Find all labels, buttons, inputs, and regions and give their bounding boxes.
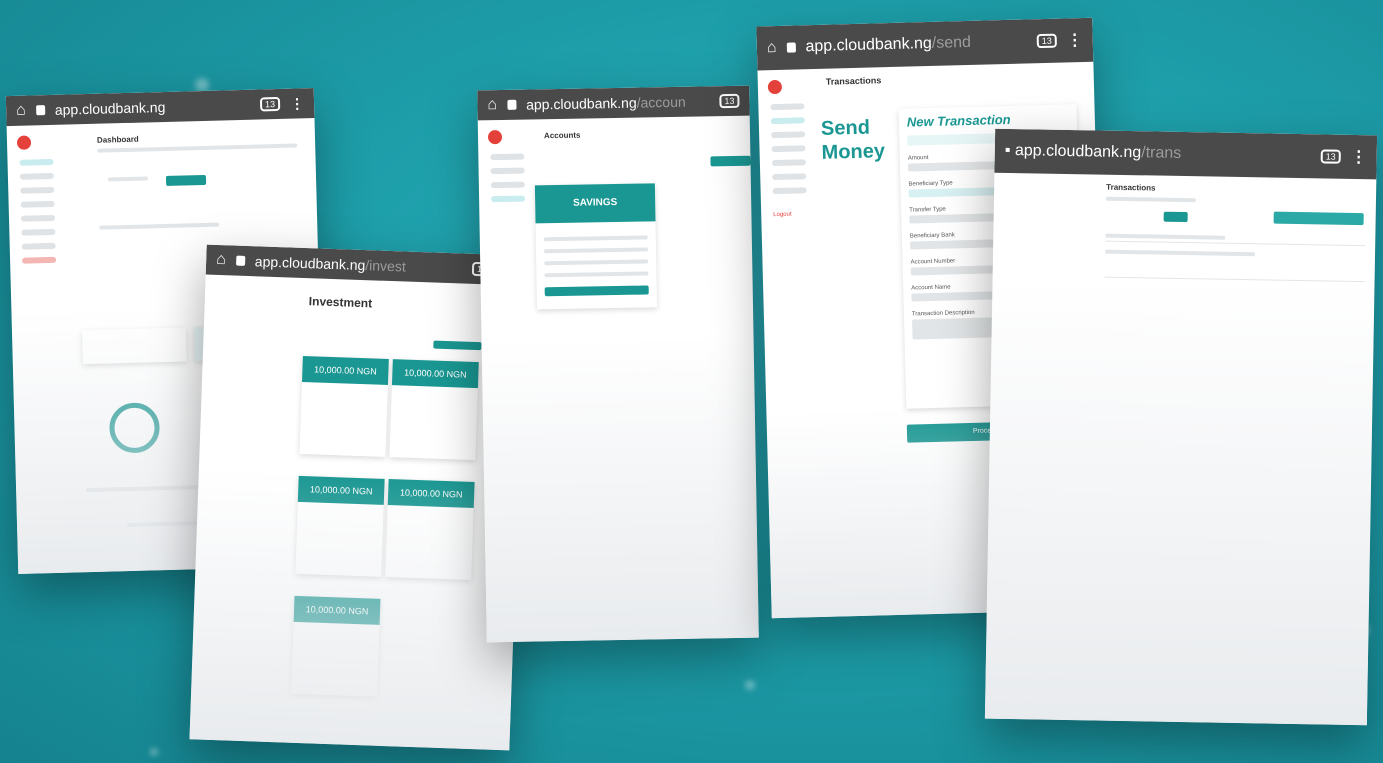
investment-screen: ⌂ app.cloudbank.ng/invest 13 ⋮ Investmen… [189,244,527,751]
url-text[interactable]: app.cloudbank.ng/send [805,32,1027,56]
plan-card[interactable]: 10,000.00 NGN [385,479,475,581]
home-icon[interactable]: ⌂ [767,39,777,57]
create-account-button[interactable] [710,155,751,167]
plan-amount: 10,000.00 [399,487,441,499]
transactions-screen: ▪ app.cloudbank.ng/trans 13 ⋮ Transactio… [984,128,1378,726]
savings-card[interactable]: SAVINGS [534,183,658,310]
sidebar-item[interactable] [770,103,805,111]
plan-card[interactable]: 10,000.00 NGN [295,475,385,577]
accounts-screen: ⌂ app.cloudbank.ng/accoun 13 Accounts SA… [477,85,759,643]
brand-logo [16,135,32,150]
info-card [81,327,187,365]
url-text[interactable]: app.cloudbank.ng/invest [255,253,463,276]
tabs-icon[interactable]: 13 [719,93,740,109]
sidebar-item[interactable] [19,158,54,166]
sidebar-item[interactable] [491,195,526,203]
sidebar-item[interactable] [19,172,54,180]
sidebar-item[interactable] [21,228,56,236]
page-title: Accounts [543,130,581,141]
donut-chart [108,402,161,454]
sidebar-item[interactable] [490,181,525,189]
action-button[interactable] [165,174,207,186]
plan-amount: 10,000.00 [305,604,346,616]
page-title: Investment [308,294,373,311]
sparkle [150,748,158,756]
home-icon[interactable]: ⌂ [16,102,26,120]
menu-icon[interactable]: ⋮ [290,95,304,112]
browser-bar: ⌂ app.cloudbank.ng/send 13 ⋮ [756,17,1094,71]
plan-amount: 10,000.00 [403,367,445,379]
savings-card-header: SAVINGS [534,183,656,224]
sidebar-item[interactable] [490,167,525,175]
sidebar [7,125,79,574]
page-title: Transactions [1106,182,1156,193]
sidebar-item[interactable] [771,159,806,167]
send-money-heading: Send Money [820,116,886,164]
table-row[interactable] [1104,246,1366,283]
browser-bar: ⌂ app.cloudbank.ng/invest 13 ⋮ [205,244,527,286]
sidebar-item[interactable] [772,173,807,181]
sidebar-item[interactable] [770,117,805,125]
plan-card[interactable]: 10,000.00 NGN [291,595,381,697]
lock-icon [507,99,517,110]
new-investment-button[interactable] [433,340,482,351]
promo-collage: { "bar": {"tabs_count": "13"}, "screens"… [0,0,1383,763]
sidebar-item[interactable] [772,187,807,195]
sidebar-item[interactable] [771,145,806,153]
plan-amount: 10,000.00 [309,484,351,496]
plan-card[interactable]: 10,000.00 NGN [389,359,479,461]
sidebar-item[interactable] [490,153,525,161]
url-text[interactable]: ▪ app.cloudbank.ng/trans [1005,142,1311,165]
browser-bar: ▪ app.cloudbank.ng/trans 13 ⋮ [994,128,1378,180]
export-button[interactable] [1273,211,1364,226]
logout-link[interactable]: Logout [773,211,821,218]
logout-item[interactable] [22,256,57,264]
sidebar-item[interactable] [20,186,55,194]
lock-icon [35,105,45,116]
sidebar-item[interactable] [20,200,55,208]
sidebar-item[interactable] [771,131,806,139]
brand-logo [487,129,503,145]
tabs-icon[interactable]: 13 [1320,149,1341,164]
browser-bar: ⌂ app.cloudbank.ng 13 ⋮ [5,88,315,127]
menu-icon[interactable]: ⋮ [1351,147,1367,167]
table-row[interactable] [1105,230,1366,247]
page-title: Dashboard [96,134,139,145]
tabs-icon[interactable]: 13 [1036,33,1057,49]
plan-card[interactable]: 10,000.00 NGN [299,355,389,457]
sidebar-item[interactable] [20,214,56,222]
plan-amount: 10,000.00 [313,364,355,376]
tabs-icon[interactable]: 13 [259,96,281,112]
page-title: Transactions [825,75,882,87]
menu-icon[interactable]: ⋮ [1067,30,1084,50]
sparkle [745,680,755,690]
sidebar-item[interactable] [21,242,56,250]
brand-logo [767,79,783,95]
url-text[interactable]: app.cloudbank.ng [55,97,251,118]
browser-bar: ⌂ app.cloudbank.ng/accoun 13 [477,85,750,121]
url-text[interactable]: app.cloudbank.ng/accoun [526,93,710,113]
home-icon[interactable]: ⌂ [487,96,497,114]
home-icon[interactable]: ⌂ [216,251,226,269]
lock-icon [235,255,246,266]
lock-icon [786,42,796,53]
filter-button[interactable] [1163,211,1188,223]
